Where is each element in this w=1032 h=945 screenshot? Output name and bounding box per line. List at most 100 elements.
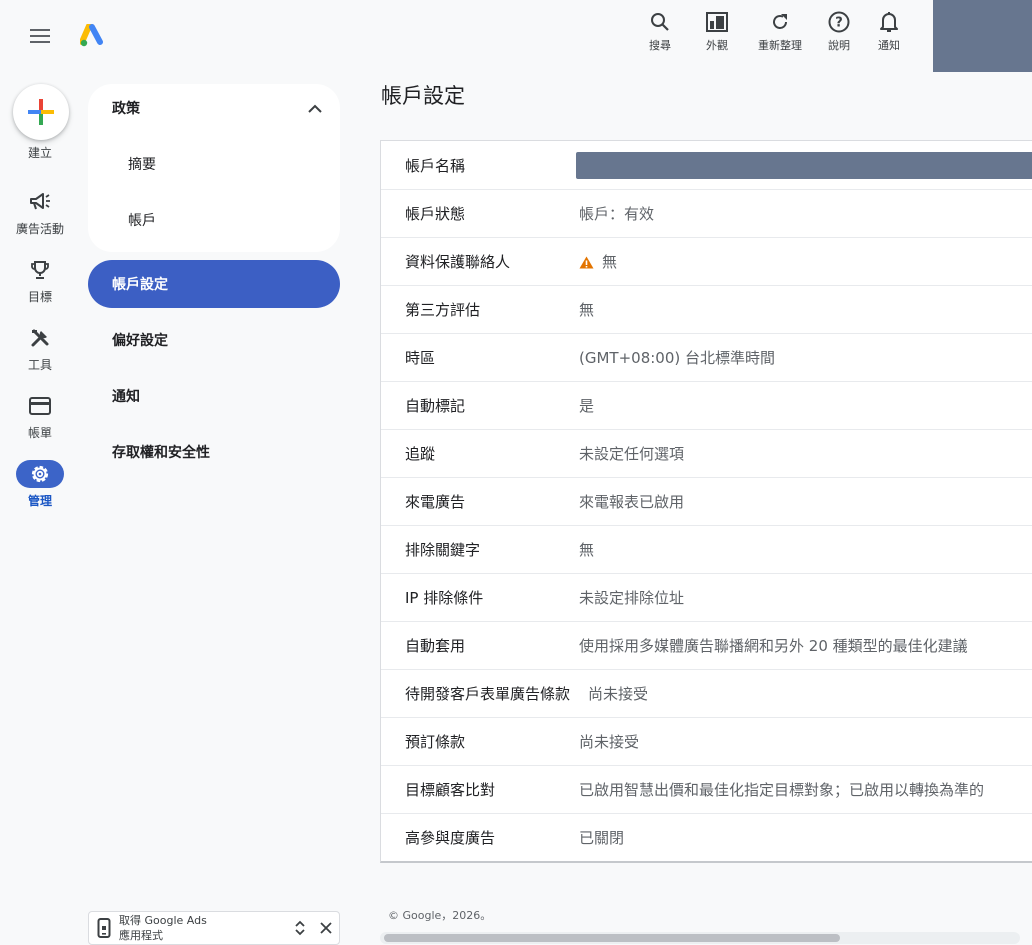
settings-row-auto-tagging[interactable]: 自動標記 是	[381, 381, 1032, 429]
setting-label: 預訂條款	[405, 733, 466, 751]
chevron-up-icon	[308, 104, 322, 113]
nav-section-policy[interactable]: 政策	[112, 98, 322, 118]
rail-item-tools[interactable]: 工具	[0, 324, 80, 392]
setting-label: 第三方評估	[405, 301, 481, 319]
settings-row-call-ads[interactable]: 來電廣告 來電報表已啟用	[381, 477, 1032, 525]
refresh-button[interactable]: 重新整理	[750, 10, 810, 53]
settings-row-tracking[interactable]: 追蹤 未設定任何選項	[381, 429, 1032, 477]
setting-value: 無	[579, 301, 595, 319]
settings-row-high-engagement-ads[interactable]: 高參與度廣告 已關閉	[381, 813, 1032, 861]
nav-section-label: 政策	[112, 101, 140, 117]
warning-icon	[579, 256, 594, 269]
nav-item-preferences[interactable]: 偏好設定	[88, 316, 340, 364]
nav-item-notifications[interactable]: 通知	[88, 372, 340, 420]
credit-card-icon	[16, 392, 64, 420]
menu-icon	[30, 29, 50, 43]
setting-label: IP 排除條件	[405, 589, 484, 607]
setting-value: (GMT+08:00) 台北標準時間	[579, 349, 775, 367]
settings-row-reservation-terms[interactable]: 預訂條款 尚未接受	[381, 717, 1032, 765]
nav-item-account-settings[interactable]: 帳戶設定	[88, 260, 340, 308]
rail-item-billing[interactable]: 帳單	[0, 392, 80, 460]
gear-icon	[16, 460, 64, 488]
tools-icon	[16, 324, 64, 352]
appearance-icon	[705, 10, 729, 34]
appearance-button[interactable]: 外觀	[690, 10, 744, 53]
horizontal-scrollbar[interactable]	[380, 932, 1020, 944]
settings-table: 帳戶名稱 帳戶狀態 帳戶：有效 資料保護聯絡人 無 第三方評估 無 時區 (GM…	[380, 140, 1032, 863]
scrollbar-thumb[interactable]	[384, 934, 840, 942]
settings-row-auto-apply[interactable]: 自動套用 使用採用多媒體廣告聯播網和另外 20 種類型的最佳化建議	[381, 621, 1032, 669]
rail-label: 廣告活動	[15, 222, 64, 236]
policy-nav-card: 政策 摘要 帳戶	[88, 84, 340, 252]
setting-value: 尚未接受	[579, 733, 640, 751]
page-title: 帳戶設定	[381, 84, 465, 108]
settings-row-account-name[interactable]: 帳戶名稱	[381, 141, 1032, 189]
plus-icon	[28, 99, 54, 125]
settings-row-customer-match[interactable]: 目標顧客比對 已啟用智慧出價和最佳化指定目標對象；已啟用以轉換為準的	[381, 765, 1032, 813]
main-menu-button[interactable]	[24, 22, 56, 50]
setting-value: 是	[579, 397, 595, 415]
rail-label: 帳單	[27, 426, 52, 440]
svg-text:?: ?	[835, 16, 843, 31]
nav-item-account[interactable]: 帳戶	[128, 210, 156, 230]
rail-item-admin[interactable]: 管理	[0, 460, 80, 528]
nav-item-summary[interactable]: 摘要	[128, 154, 156, 174]
setting-label: 排除關鍵字	[405, 541, 481, 559]
search-label: 搜尋	[649, 39, 671, 52]
settings-row-account-status[interactable]: 帳戶狀態 帳戶：有效	[381, 189, 1032, 237]
app-banner-line2: 應用程式	[119, 929, 163, 942]
setting-label: 追蹤	[405, 445, 436, 463]
setting-label: 待開發客戶表單廣告條款	[405, 685, 571, 703]
setting-label: 目標顧客比對	[405, 781, 496, 799]
settings-row-negative-keywords[interactable]: 排除關鍵字 無	[381, 525, 1032, 573]
help-button[interactable]: ? 說明	[816, 10, 862, 53]
create-label: 建立	[27, 146, 52, 160]
search-icon	[648, 10, 672, 34]
nav-item-access-security[interactable]: 存取權和安全性	[88, 428, 340, 476]
setting-value: 已關閉	[579, 829, 625, 847]
rail-label: 管理	[27, 494, 52, 508]
setting-value: 無	[602, 253, 618, 271]
setting-label: 帳戶狀態	[405, 205, 466, 223]
megaphone-icon	[16, 188, 64, 216]
get-app-banner[interactable]: 取得 Google Ads 應用程式	[88, 911, 340, 945]
setting-label: 時區	[405, 349, 436, 367]
setting-label: 帳戶名稱	[405, 156, 466, 175]
setting-label: 自動套用	[405, 637, 466, 655]
phone-icon	[89, 918, 119, 938]
rail-label: 目標	[27, 290, 52, 304]
settings-row-ip-exclusions[interactable]: IP 排除條件 未設定排除位址	[381, 573, 1032, 621]
settings-row-time-zone[interactable]: 時區 (GMT+08:00) 台北標準時間	[381, 333, 1032, 381]
account-switcher[interactable]	[933, 0, 1032, 72]
setting-value: 未設定任何選項	[579, 445, 685, 463]
setting-value: 已啟用智慧出價和最佳化指定目標對象；已啟用以轉換為準的	[579, 781, 985, 799]
app-banner-text: 取得 Google Ads 應用程式	[119, 913, 287, 943]
appearance-label: 外觀	[706, 39, 728, 52]
account-name-redacted	[576, 151, 1032, 179]
notifications-button[interactable]: 通知	[866, 10, 912, 53]
notifications-label: 通知	[878, 39, 900, 52]
setting-value-wrap: 無	[579, 251, 617, 272]
rail-item-goals[interactable]: 目標	[0, 256, 80, 324]
create-button[interactable]	[13, 84, 69, 140]
settings-row-data-protection[interactable]: 資料保護聯絡人 無	[381, 237, 1032, 285]
unfold-icon	[295, 920, 305, 936]
setting-value: 來電報表已啟用	[579, 493, 685, 511]
setting-value: 無	[579, 541, 595, 559]
setting-label: 資料保護聯絡人	[405, 253, 511, 271]
help-label: 說明	[828, 39, 850, 52]
settings-row-lead-form-terms[interactable]: 待開發客戶表單廣告條款 尚未接受	[381, 669, 1032, 717]
search-button[interactable]: 搜尋	[636, 10, 684, 53]
settings-row-third-party[interactable]: 第三方評估 無	[381, 285, 1032, 333]
expand-banner-button[interactable]	[287, 920, 313, 936]
bell-icon	[877, 10, 901, 34]
close-icon	[320, 922, 332, 934]
setting-value: 帳戶：有效	[579, 205, 655, 223]
setting-label: 來電廣告	[405, 493, 466, 511]
close-banner-button[interactable]	[313, 922, 339, 934]
setting-value: 使用採用多媒體廣告聯播網和另外 20 種類型的最佳化建議	[579, 637, 968, 655]
google-ads-logo[interactable]	[79, 23, 106, 48]
left-rail: 廣告活動 目標 工具 帳單 管理	[0, 188, 80, 528]
footer-copyright: © Google，2026。	[388, 909, 492, 922]
rail-item-campaigns[interactable]: 廣告活動	[0, 188, 80, 256]
